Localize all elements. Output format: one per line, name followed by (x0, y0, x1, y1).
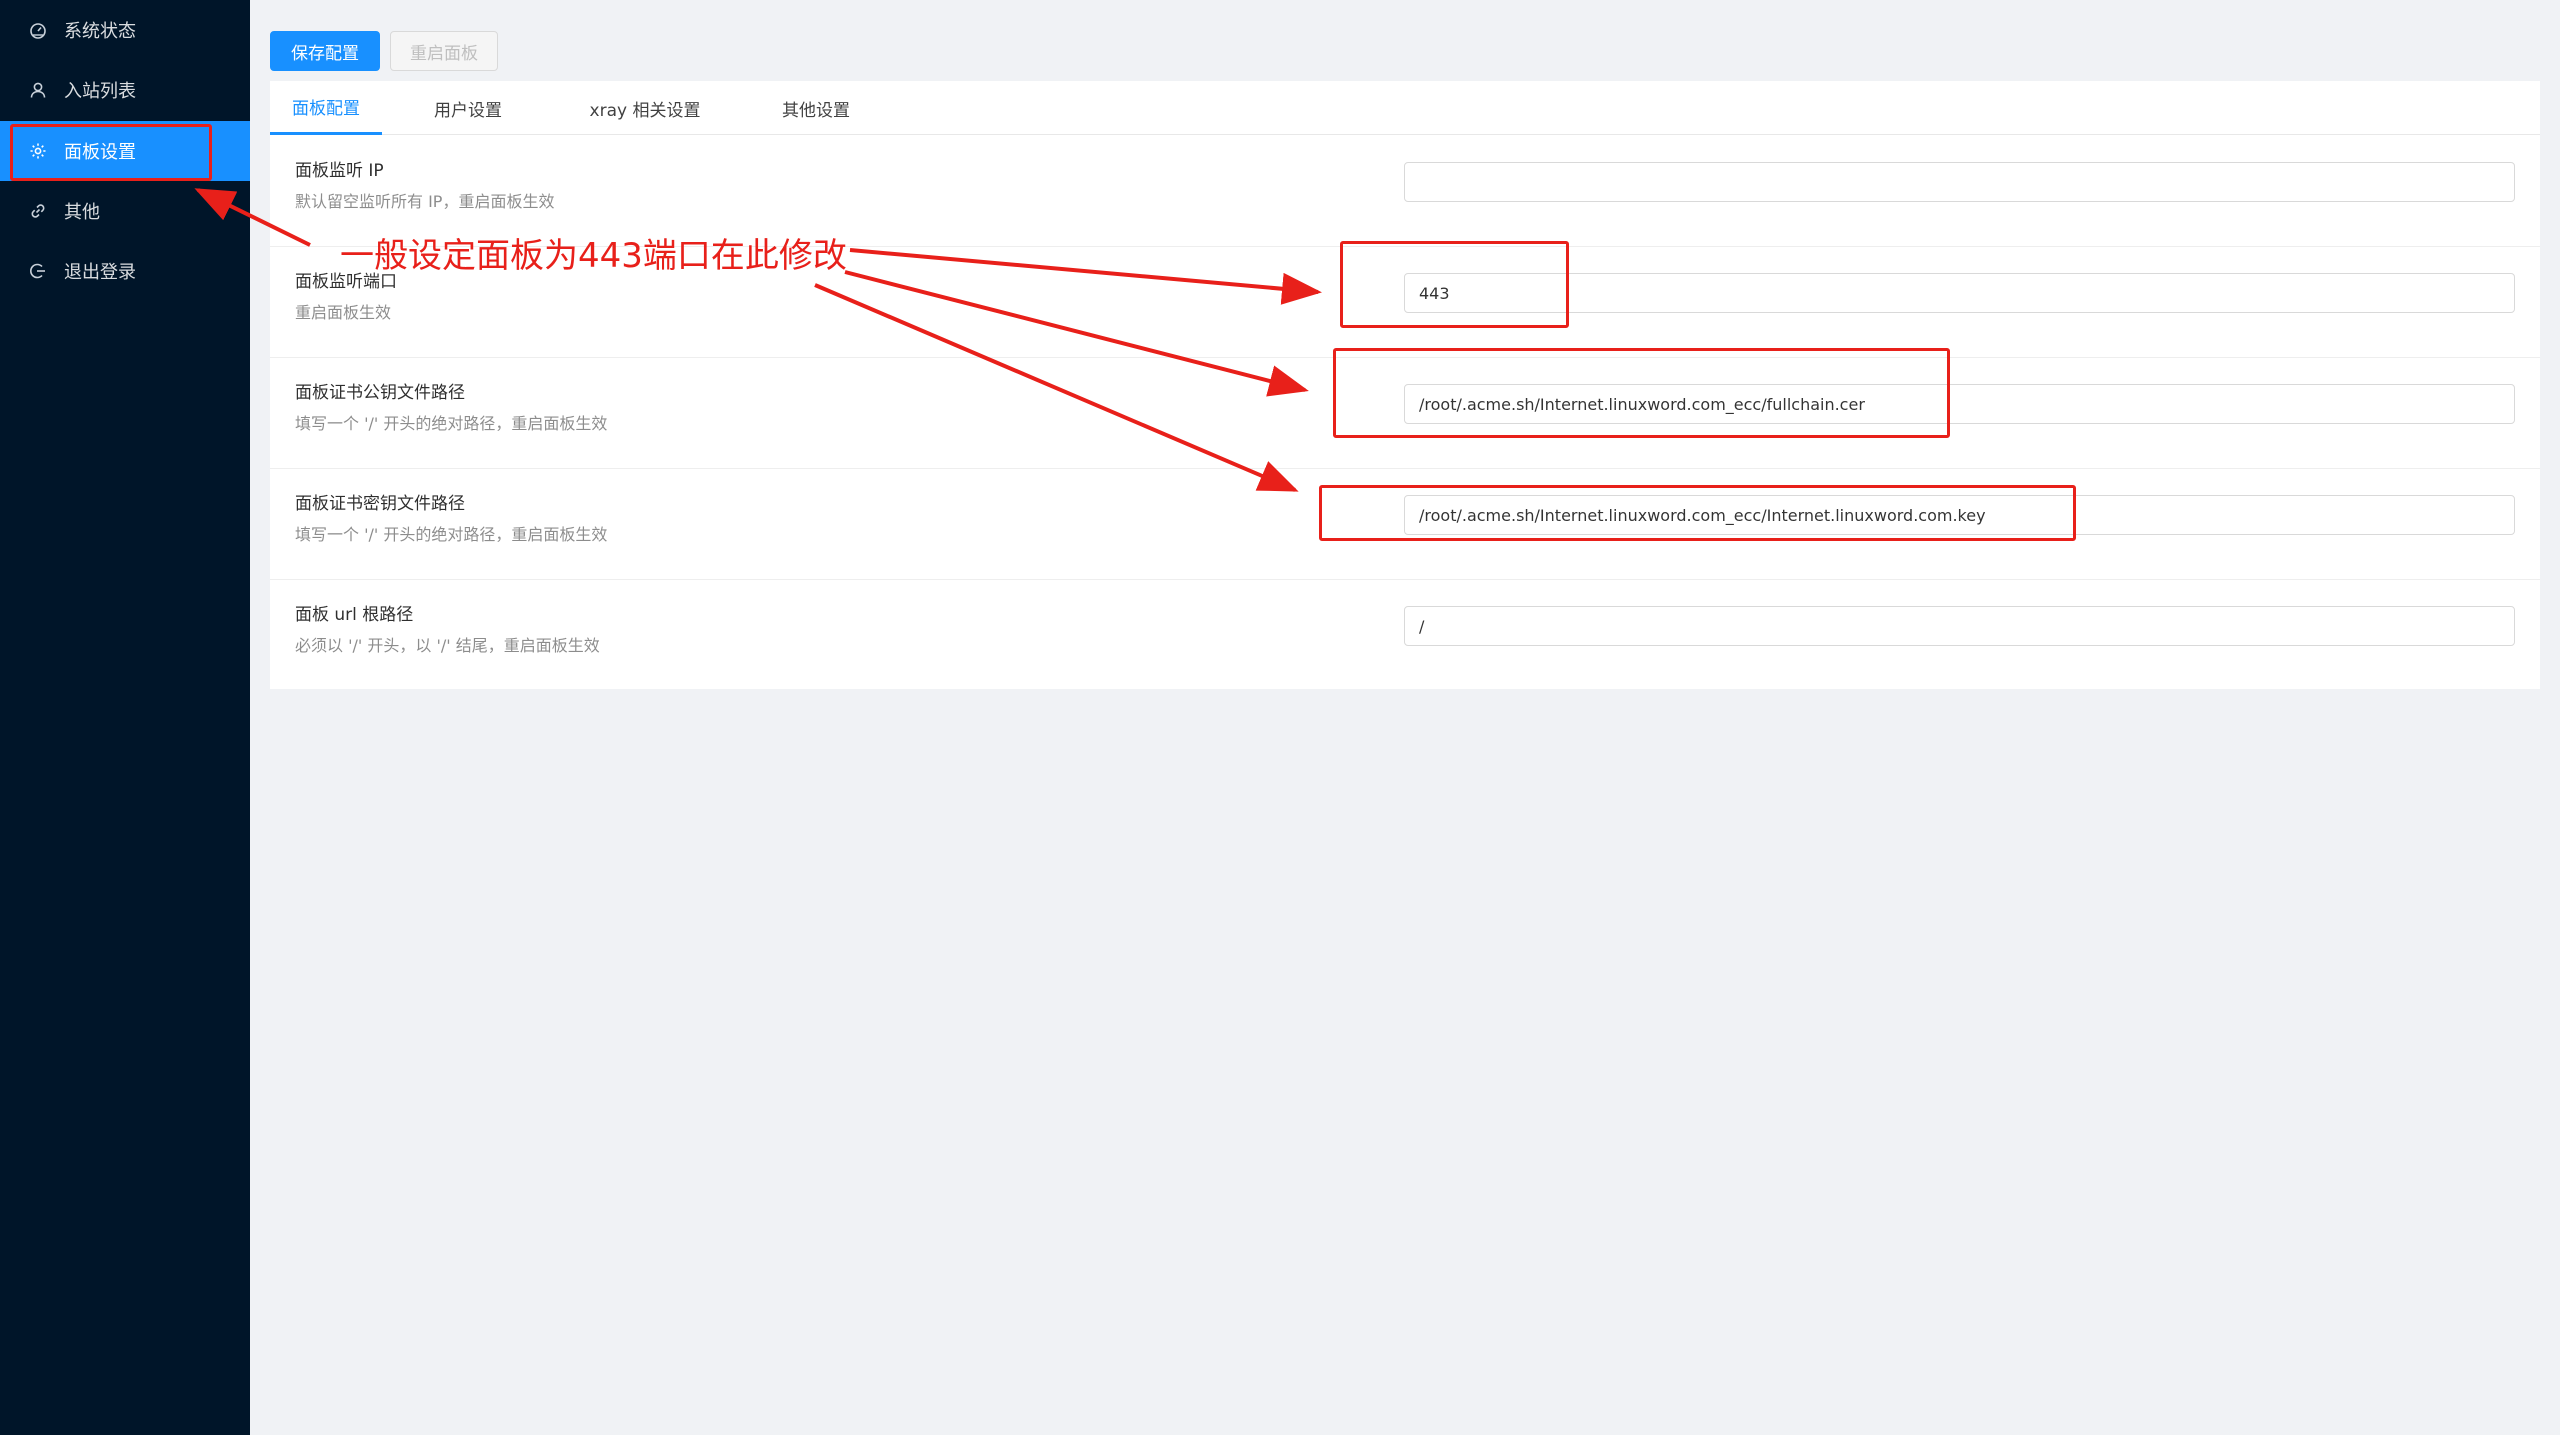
cert-private-key-path-input[interactable] (1404, 495, 2515, 535)
sidebar-item-label: 面板设置 (64, 142, 136, 163)
main-content: 保存配置 重启面板 面板配置 用户设置 xray 相关设置 其他设置 面板监听 … (250, 0, 2560, 1435)
setting-row-cert-public-key: 面板证书公钥文件路径 填写一个 '/' 开头的绝对路径，重启面板生效 (270, 358, 2540, 469)
sidebar-item-label: 退出登录 (64, 262, 136, 283)
tab-other-settings[interactable]: 其他设置 (760, 81, 872, 135)
dashboard-icon (28, 20, 48, 40)
listen-ip-input[interactable] (1404, 162, 2515, 202)
setting-row-url-base-path: 面板 url 根路径 必须以 '/' 开头，以 '/' 结尾，重启面板生效 (270, 580, 2540, 691)
listen-port-input[interactable] (1404, 273, 2515, 313)
setting-description: 填写一个 '/' 开头的绝对路径，重启面板生效 (295, 525, 608, 544)
annotation-text: 一般设定面板为443端口在此修改 (340, 236, 847, 276)
setting-description: 重启面板生效 (295, 303, 392, 322)
setting-description: 必须以 '/' 开头，以 '/' 结尾，重启面板生效 (295, 636, 600, 655)
sidebar-item-other[interactable]: 其他 (0, 181, 250, 241)
sidebar-item-inbound-list[interactable]: 入站列表 (0, 60, 250, 120)
sidebar-item-logout[interactable]: 退出登录 (0, 241, 250, 301)
settings-card: 面板配置 用户设置 xray 相关设置 其他设置 面板监听 IP 默认留空监听所… (270, 81, 2540, 689)
tab-user-settings[interactable]: 用户设置 (412, 81, 524, 135)
restart-panel-button[interactable]: 重启面板 (390, 31, 498, 71)
setting-label: 面板 url 根路径 (295, 605, 414, 625)
gear-icon (28, 141, 48, 161)
setting-label: 面板监听 IP (295, 161, 384, 181)
url-base-path-input[interactable] (1404, 606, 2515, 646)
sidebar-item-label: 其他 (64, 202, 100, 223)
setting-label: 面板证书密钥文件路径 (295, 494, 465, 514)
link-icon (28, 201, 48, 221)
cert-public-key-path-input[interactable] (1404, 384, 2515, 424)
sidebar-item-system-status[interactable]: 系统状态 (0, 0, 250, 60)
setting-description: 默认留空监听所有 IP，重启面板生效 (295, 192, 555, 211)
tab-xray-settings[interactable]: xray 相关设置 (570, 81, 720, 135)
chevron-down-icon (215, 204, 227, 212)
logout-icon (28, 261, 48, 281)
tab-panel-config[interactable]: 面板配置 (270, 81, 382, 135)
user-icon (28, 80, 48, 100)
setting-label: 面板证书公钥文件路径 (295, 383, 465, 403)
sidebar-item-panel-settings[interactable]: 面板设置 (0, 121, 250, 181)
setting-row-cert-private-key: 面板证书密钥文件路径 填写一个 '/' 开头的绝对路径，重启面板生效 (270, 469, 2540, 580)
setting-description: 填写一个 '/' 开头的绝对路径，重启面板生效 (295, 414, 608, 433)
sidebar: 系统状态 入站列表 面板设置 其他 退出登录 (0, 0, 250, 1435)
settings-tabs: 面板配置 用户设置 xray 相关设置 其他设置 (270, 81, 2540, 135)
sidebar-item-label: 入站列表 (64, 81, 136, 102)
sidebar-item-label: 系统状态 (64, 21, 136, 42)
save-config-button[interactable]: 保存配置 (270, 31, 380, 71)
